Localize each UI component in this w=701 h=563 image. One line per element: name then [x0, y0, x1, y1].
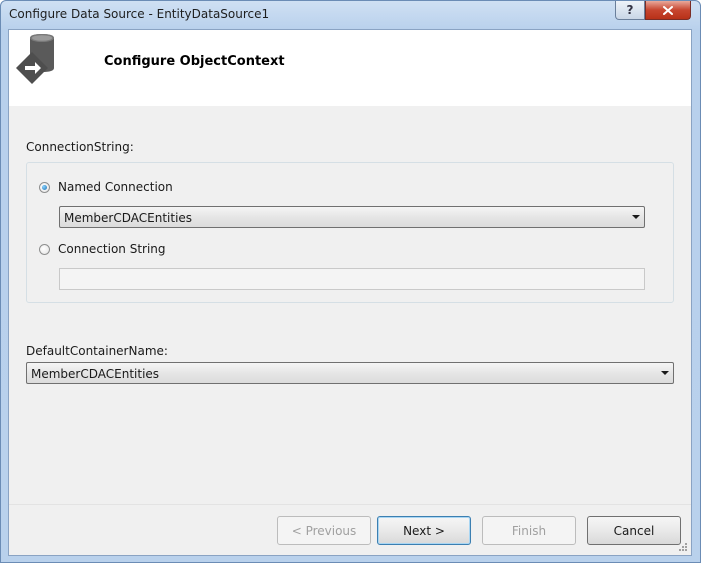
connection-groupbox: Named Connection MemberCDACEntities Conn…: [26, 162, 674, 303]
default-container-dropdown[interactable]: MemberCDACEntities: [26, 362, 674, 384]
help-button[interactable]: ?: [615, 1, 645, 20]
named-connection-value: MemberCDACEntities: [64, 211, 193, 225]
help-icon: ?: [626, 3, 634, 17]
previous-button[interactable]: < Previous: [277, 516, 371, 545]
dialog-window: Configure Data Source - EntityDataSource…: [0, 0, 701, 563]
radio-selected-dot: [42, 185, 47, 190]
chevron-down-icon: [661, 371, 669, 375]
close-icon: [663, 5, 673, 15]
finish-button[interactable]: Finish: [482, 516, 576, 545]
next-button[interactable]: Next >: [377, 516, 471, 545]
title-bar[interactable]: Configure Data Source - EntityDataSource…: [1, 1, 700, 29]
footer-divider: [9, 504, 691, 505]
database-wizard-icon: [16, 34, 54, 84]
cancel-button[interactable]: Cancel: [587, 516, 681, 545]
close-button[interactable]: [645, 1, 691, 20]
connection-string-input[interactable]: [59, 268, 645, 290]
page-title: Configure ObjectContext: [104, 54, 285, 69]
named-connection-dropdown[interactable]: MemberCDACEntities: [59, 206, 645, 228]
chevron-down-icon: [632, 215, 640, 219]
connection-string-label: ConnectionString:: [26, 140, 134, 154]
dialog-client-area: Configure ObjectContext ConnectionString…: [8, 29, 692, 556]
connection-string-option-label[interactable]: Connection String: [58, 242, 166, 256]
resize-grip-icon[interactable]: [678, 542, 688, 552]
named-connection-radio[interactable]: [39, 182, 50, 193]
wizard-header: Configure ObjectContext: [9, 30, 691, 106]
connection-string-radio[interactable]: [39, 244, 50, 255]
window-title: Configure Data Source - EntityDataSource…: [9, 7, 270, 21]
default-container-value: MemberCDACEntities: [31, 367, 160, 381]
default-container-name-label: DefaultContainerName:: [26, 344, 168, 358]
named-connection-label[interactable]: Named Connection: [58, 180, 173, 194]
